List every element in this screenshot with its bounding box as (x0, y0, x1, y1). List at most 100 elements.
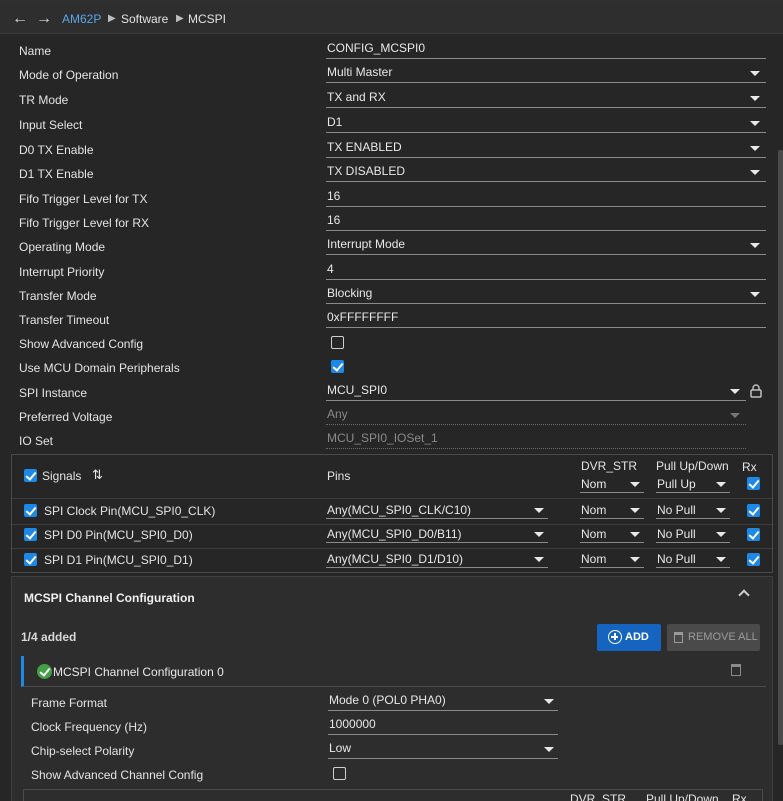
chevron-down-icon (630, 557, 640, 562)
table-divider (12, 548, 772, 549)
pull-header-select[interactable]: Pull Up (656, 475, 730, 493)
rx-select-all-checkbox[interactable] (747, 477, 760, 490)
chevron-down-icon (630, 482, 640, 487)
breadcrumb-item-device[interactable]: AM62P (62, 12, 101, 26)
chevron-down-icon (630, 532, 640, 537)
sort-icon[interactable]: ⇅ (92, 467, 103, 483)
remove-all-label: REMOVE ALL (688, 631, 758, 643)
signal-name: SPI Clock Pin(MCU_SPI0_CLK) (44, 504, 216, 518)
trash-icon[interactable] (731, 664, 741, 676)
lock-icon[interactable] (750, 384, 762, 398)
tr-mode-label: TR Mode (19, 93, 69, 107)
fifo-trigger-level-for-tx-input[interactable]: 16 (326, 187, 766, 207)
chevron-down-icon (544, 747, 554, 752)
pull-select[interactable]: No Pull (656, 501, 730, 519)
chevron-down-icon (750, 96, 760, 101)
chevron-down-icon (716, 482, 726, 487)
d0-tx-enable-select[interactable]: TX ENABLED (326, 138, 766, 158)
pull-select[interactable]: No Pull (656, 550, 730, 568)
preferred-voltage-label: Preferred Voltage (19, 410, 113, 424)
interrupt-priority-input[interactable]: 4 (326, 260, 766, 280)
signal-enable-checkbox[interactable] (24, 528, 37, 541)
operating-mode-select[interactable]: Interrupt Mode (326, 235, 766, 255)
fifo-trigger-level-for-rx-input[interactable]: 16 (326, 211, 766, 231)
add-channel-button[interactable]: ADD (597, 624, 661, 651)
breadcrumb-separator-icon: ▶ (176, 13, 184, 24)
chevron-down-icon (716, 532, 726, 537)
preferred-voltage-select: Any (326, 405, 746, 425)
dvr-str-select[interactable]: Nom (580, 525, 644, 543)
input-select-label: Input Select (19, 118, 83, 132)
remove-all-button[interactable]: REMOVE ALL (667, 624, 760, 651)
frame-format-select[interactable]: Mode 0 (POL0 PHA0) (328, 691, 558, 711)
chevron-down-icon (534, 557, 544, 562)
pull-column-header: Pull Up/Down (656, 459, 729, 473)
back-arrow-icon[interactable]: ← (10, 9, 30, 29)
channel-signals-table: DVR_STR Pull Up/Down Rx (23, 789, 763, 801)
chevron-down-icon (750, 292, 760, 297)
navigation-bar: ← → AM62P ▶ Software ▶ MCSPI (0, 4, 783, 34)
chevron-down-icon (750, 71, 760, 76)
pin-select[interactable]: Any(MCU_SPI0_D0/B11) (326, 525, 548, 543)
io-set-input: MCU_SPI0_IOSet_1 (326, 429, 746, 449)
chevron-down-icon (750, 170, 760, 175)
check-circle-icon (37, 664, 52, 679)
d0-tx-enable-label: D0 TX Enable (19, 143, 94, 157)
chevron-down-icon (730, 413, 740, 418)
breadcrumb-item-software[interactable]: Software (121, 12, 168, 26)
chip-select-polarity-select[interactable]: Low (328, 739, 558, 759)
dvr-str-select[interactable]: Nom (580, 501, 644, 519)
pull-select[interactable]: No Pull (656, 525, 730, 543)
transfer-timeout-label: Transfer Timeout (19, 313, 110, 327)
chevron-down-icon (730, 389, 740, 394)
transfer-mode-label: Transfer Mode (19, 289, 97, 303)
dvr-str-select[interactable]: Nom (580, 550, 644, 568)
name-label: Name (19, 44, 52, 58)
chevron-down-icon (750, 146, 760, 151)
rx-checkbox[interactable] (747, 553, 760, 566)
name-input[interactable]: CONFIG_MCSPI0 (326, 39, 766, 59)
chevron-down-icon (544, 699, 554, 704)
chevron-down-icon (716, 508, 726, 513)
chevron-down-icon (534, 508, 544, 513)
use-mcu-domain-peripherals-label: Use MCU Domain Peripherals (19, 361, 180, 375)
input-select-select[interactable]: D1 (326, 113, 766, 133)
chip-select-polarity-label: Chip-select Polarity (31, 744, 135, 758)
mode-of-operation-label: Mode of Operation (19, 68, 119, 82)
signal-name: SPI D1 Pin(MCU_SPI0_D1) (44, 553, 193, 567)
dvr-str-column-header: DVR_STR (570, 792, 627, 801)
io-set-label: IO Set (19, 434, 54, 448)
trash-icon (674, 632, 683, 643)
fifo-trigger-level-for-rx-label: Fifo Trigger Level for RX (19, 216, 150, 230)
channel-instance-header[interactable]: MCSPI Channel Configuration 0 (21, 656, 766, 687)
signal-enable-checkbox[interactable] (24, 504, 37, 517)
rx-column-header: Rx (732, 792, 747, 801)
d1-tx-enable-select[interactable]: TX DISABLED (326, 162, 766, 182)
use-mcu-domain-peripherals-checkbox[interactable] (331, 360, 344, 373)
pin-select[interactable]: Any(MCU_SPI0_CLK/C10) (326, 501, 548, 519)
add-circle-icon (608, 630, 622, 644)
vertical-scrollbar[interactable] (778, 150, 783, 745)
dvr-str-header-select[interactable]: Nom (580, 475, 644, 493)
show-advanced-config-checkbox[interactable] (331, 336, 344, 349)
clock-frequency-hz-input[interactable]: 1000000 (328, 715, 558, 735)
forward-arrow-icon[interactable]: → (34, 9, 54, 29)
transfer-timeout-input[interactable]: 0xFFFFFFFF (326, 308, 766, 328)
spi-instance-select[interactable]: MCU_SPI0 (326, 381, 746, 401)
tr-mode-select[interactable]: TX and RX (326, 88, 766, 108)
breadcrumb-separator-icon: ▶ (108, 13, 116, 24)
show-advanced-channel-config-checkbox[interactable] (333, 767, 346, 780)
pin-select[interactable]: Any(MCU_SPI0_D1/D10) (326, 550, 548, 568)
clock-frequency-hz-label: Clock Frequency (Hz) (31, 720, 148, 734)
mode-of-operation-select[interactable]: Multi Master (326, 63, 766, 83)
signals-select-all-checkbox[interactable] (24, 469, 37, 482)
chevron-up-icon[interactable] (738, 589, 750, 601)
rx-checkbox[interactable] (747, 504, 760, 517)
transfer-mode-select[interactable]: Blocking (326, 284, 766, 304)
rx-column-header: Rx (742, 460, 757, 474)
dvr-str-column-header: DVR_STR (581, 459, 638, 473)
signal-enable-checkbox[interactable] (24, 553, 37, 566)
chevron-down-icon (534, 532, 544, 537)
channel-config-panel: MCSPI Channel Configuration 1/4 added AD… (11, 576, 773, 801)
rx-checkbox[interactable] (747, 528, 760, 541)
